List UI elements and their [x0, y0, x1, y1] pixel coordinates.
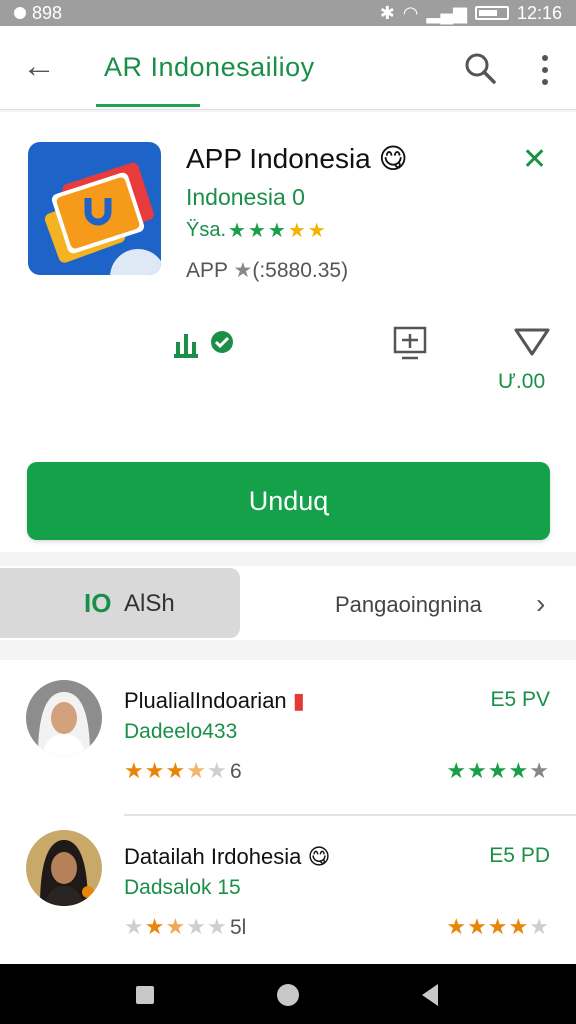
- heart-outline-icon[interactable]: [512, 324, 552, 360]
- app-bar-title[interactable]: AR Indonesailioy: [104, 52, 315, 83]
- wishlist-value: Ư.00: [498, 370, 546, 393]
- rating-line: Ϋsa. ★ ★ ★ ★ ★: [186, 218, 326, 243]
- star-icon: ★: [467, 758, 488, 783]
- review-author: PlualialIndoarian ▮: [124, 688, 305, 714]
- close-icon[interactable]: ✕: [522, 142, 547, 177]
- active-tab-indicator: [96, 104, 200, 107]
- star-icon: ★: [233, 259, 253, 282]
- app-bar: ← AR Indonesailioy: [0, 26, 576, 110]
- bluetooth-icon: ✱: [379, 2, 395, 23]
- star-half-icon: ★: [165, 914, 187, 939]
- emoji-icon: 😋: [378, 143, 408, 174]
- rating-prefix: Ϋsa.: [186, 219, 227, 241]
- app-header-card: APP Indonesia 😋 Indonesia 0 Ϋsa. ★ ★ ★ ★…: [0, 112, 576, 552]
- signal-icon: ▂▄▆: [426, 2, 467, 23]
- app-logo-icon: [44, 162, 161, 275]
- notification-dot-icon: [14, 7, 26, 19]
- star-half-icon: ★: [529, 758, 550, 783]
- recents-icon[interactable]: [136, 986, 154, 1004]
- star-empty-icon: ★: [206, 758, 228, 783]
- tab-active-label: AlSh: [124, 590, 175, 617]
- developer-name[interactable]: Indonesia 0: [186, 184, 305, 211]
- star-empty-icon: ★: [186, 914, 207, 939]
- status-right: ✱ ◠ ▂▄▆ 12:16: [380, 3, 562, 24]
- star-icon: ★: [307, 220, 326, 242]
- review-author: Datailah Irdohesia 😋: [124, 844, 330, 870]
- status-left: 898: [14, 3, 62, 24]
- more-vert-icon[interactable]: [538, 52, 552, 88]
- review-stars-right: ★★★★★: [446, 758, 550, 784]
- status-left-text: 898: [32, 2, 63, 23]
- install-button[interactable]: Unduɋ: [27, 462, 550, 540]
- review-subtitle: Dadsalok 15: [124, 876, 241, 899]
- review-item[interactable]: Datailah Irdohesia 😋 Dadsalok 15 E5 PD ★…: [0, 816, 576, 966]
- star-icon: ★: [487, 914, 509, 939]
- review-stars-left: ★★★★★: [124, 758, 228, 784]
- home-icon[interactable]: [277, 984, 299, 1006]
- download-verified-icon[interactable]: [172, 324, 242, 364]
- tab-second[interactable]: Pangaoingnina: [335, 592, 482, 618]
- star-icon: ★: [144, 914, 166, 939]
- emoji-icon: 😋: [307, 844, 331, 869]
- review-date: E5 PD: [489, 844, 550, 867]
- meta-line: APP ★(:5880.35): [186, 258, 348, 283]
- reviews-section: PlualialIndoarian ▮ Dadeelo433 E5 PV ★★★…: [0, 660, 576, 964]
- review-stars-right: ★★★★★: [446, 914, 550, 940]
- system-nav-bar: [0, 964, 576, 1024]
- app-name: APP Indonesia 😋: [186, 142, 408, 175]
- star-icon: ★: [467, 914, 488, 939]
- meta-prefix: APP: [186, 259, 228, 282]
- review-subtitle: Dadeelo433: [124, 720, 238, 743]
- star-icon: ★: [165, 758, 187, 783]
- chevron-right-icon[interactable]: ›: [536, 588, 545, 620]
- star-icon: ★: [228, 220, 246, 242]
- star-icon: ★: [247, 220, 266, 242]
- review-date: E5 PV: [490, 688, 550, 711]
- avatar[interactable]: [26, 830, 102, 906]
- tab-active[interactable]: IO AlSh: [0, 568, 240, 638]
- battery-icon: [474, 6, 509, 20]
- emoji-icon: ▮: [292, 688, 305, 713]
- review-count: 5l: [230, 916, 247, 939]
- star-empty-icon: ★: [206, 914, 228, 939]
- avatar-image: [26, 830, 102, 906]
- star-half-icon: ★: [186, 758, 207, 783]
- back-nav-icon[interactable]: [422, 984, 438, 1006]
- review-author-text: PlualialIndoarian: [124, 688, 287, 713]
- review-author-text: Datailah Irdohesia: [124, 844, 302, 869]
- arrow-back-icon[interactable]: ←: [22, 48, 56, 84]
- tab-bar: IO AlSh Pangaoingnina ›: [0, 566, 576, 640]
- app-name-text: APP Indonesia: [186, 143, 371, 174]
- star-empty-icon: ★: [529, 914, 550, 939]
- star-icon: ★: [508, 758, 530, 783]
- star-empty-icon: ★: [124, 914, 145, 939]
- star-icon: ★: [124, 758, 145, 783]
- avatar[interactable]: [26, 680, 102, 756]
- star-icon: ★: [287, 220, 306, 242]
- star-icon: ★: [267, 220, 286, 242]
- app-icon[interactable]: [28, 142, 161, 275]
- status-time: 12:16: [516, 2, 562, 23]
- star-icon: ★: [446, 914, 468, 939]
- review-count: 6: [230, 760, 242, 783]
- star-icon: ★: [508, 914, 530, 939]
- avatar-image: [26, 680, 102, 756]
- review-item[interactable]: PlualialIndoarian ▮ Dadeelo433 E5 PV ★★★…: [0, 660, 576, 816]
- tab-active-icon: IO: [84, 588, 112, 618]
- star-icon: ★: [144, 758, 166, 783]
- display-icon[interactable]: [392, 324, 428, 364]
- review-stars-left: ★★★★★: [124, 914, 228, 940]
- search-icon[interactable]: [462, 50, 498, 86]
- star-icon: ★: [487, 758, 509, 783]
- meta-value: (:5880.35): [252, 259, 349, 282]
- status-bar: 898 ✱ ◠ ▂▄▆ 12:16: [0, 0, 576, 26]
- wifi-icon: ◠: [402, 2, 419, 23]
- star-icon: ★: [446, 758, 468, 783]
